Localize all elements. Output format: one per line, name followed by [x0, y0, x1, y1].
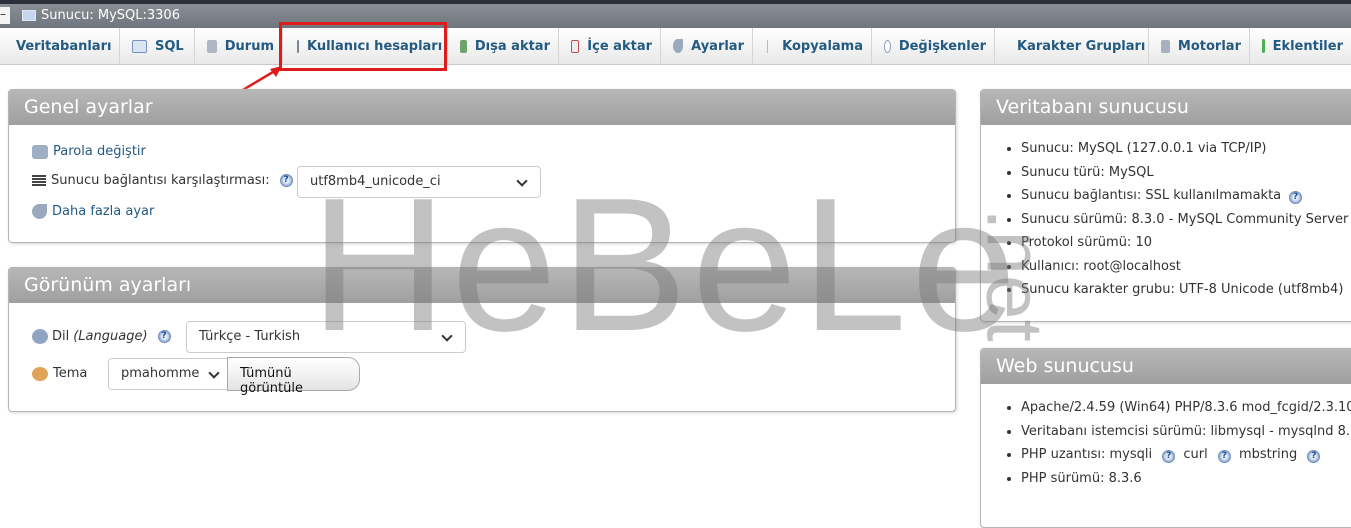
web-server-info-list: Apache/2.4.59 (Win64) PHP/8.3.6 mod_fcgi… [981, 400, 1351, 494]
engines-icon [1161, 39, 1170, 53]
tab-label: Kopyalama [782, 38, 863, 54]
language-label: Dil [52, 329, 70, 344]
tab-status[interactable]: Durum [195, 28, 283, 64]
wrench-icon [32, 204, 47, 219]
list-item: PHP sürümü: 8.3.6 [1021, 471, 1351, 495]
chevron-down-icon [208, 367, 220, 379]
export-icon [460, 39, 467, 53]
tab-label: Ayarlar [691, 38, 744, 54]
tab-label: SQL [155, 38, 184, 54]
tab-label: Durum [224, 38, 274, 54]
language-select-value: Türkçe - Turkish [199, 329, 301, 344]
panel-title: Web sunucusu [981, 349, 1351, 384]
extension-curl: curl [1183, 447, 1208, 462]
password-icon [32, 144, 48, 159]
tab-label: İçe aktar [587, 38, 652, 54]
more-settings-row[interactable]: Daha fazla ayar [32, 204, 154, 219]
panel-title: Görünüm ayarları [9, 268, 955, 303]
sql-icon [132, 39, 147, 53]
theme-label: Tema [53, 366, 88, 381]
tab-engines[interactable]: Motorlar [1149, 28, 1250, 64]
tab-label: Dışa aktar [474, 38, 550, 54]
help-icon[interactable]: ? [1217, 450, 1231, 463]
plugins-icon [1262, 39, 1265, 53]
list-item: Kullanıcı: root@localhost [1021, 259, 1351, 283]
collation-icon [32, 175, 46, 186]
collapse-icon[interactable]: – [0, 7, 10, 24]
main-tab-bar: Veritabanları SQL Durum Kullanıcı hesapl… [0, 28, 1351, 65]
tab-label: Karakter Grupları [1017, 38, 1146, 54]
list-item: Apache/2.4.59 (Win64) PHP/8.3.6 mod_fcgi… [1021, 400, 1351, 424]
tab-charsets[interactable]: Karakter Grupları [995, 28, 1149, 64]
list-item: Sunucu: MySQL (127.0.0.1 via TCP/IP) [1021, 141, 1351, 165]
help-icon[interactable]: ? [157, 330, 171, 343]
change-password-row[interactable]: Parola değiştir [32, 144, 146, 159]
panel-title: Genel ayarlar [9, 90, 955, 125]
variables-icon [884, 39, 891, 53]
list-item: Sunucu bağlantısı: SSL kullanılmamakta? [1021, 188, 1351, 212]
list-item: Sunucu sürümü: 8.3.0 - MySQL Community S… [1021, 212, 1351, 236]
tab-label: Veritabanları [16, 38, 112, 54]
list-item-text: Sunucu bağlantısı: SSL kullanılmamakta [1021, 188, 1282, 203]
change-password-link[interactable]: Parola değiştir [53, 144, 146, 159]
help-icon[interactable]: ? [1307, 450, 1321, 463]
window-title: Sunucu: MySQL:3306 [41, 8, 180, 23]
list-item: Veritabanı istemcisi sürümü: libmysql - … [1021, 424, 1351, 448]
list-item: Sunucu karakter grubu: UTF-8 Unicode (ut… [1021, 282, 1351, 306]
theme-row: Tema [32, 366, 87, 381]
chevron-down-icon [516, 175, 528, 187]
list-item: Protokol sürümü: 10 [1021, 235, 1351, 259]
tab-label: Eklentiler [1272, 38, 1343, 54]
window-titlebar: – Sunucu: MySQL:3306 [0, 0, 1351, 28]
more-settings-link[interactable]: Daha fazla ayar [52, 204, 154, 219]
replication-icon [767, 39, 769, 53]
extension-mbstring: mbstring [1238, 447, 1298, 462]
palette-icon [32, 366, 48, 381]
server-icon [22, 10, 36, 21]
tab-export[interactable]: Dışa aktar [448, 28, 559, 64]
tab-label: Değişkenler [898, 38, 986, 54]
tab-plugins[interactable]: Eklentiler [1250, 28, 1351, 64]
help-icon[interactable]: ? [1289, 191, 1303, 204]
list-item: PHP uzantısı: mysqli ? curl ? mbstring ? [1021, 447, 1351, 471]
view-all-themes-button[interactable]: Tümünü görüntüle [227, 357, 360, 396]
tab-label: Motorlar [1177, 38, 1241, 54]
tab-databases[interactable]: Veritabanları [0, 28, 120, 64]
tab-settings[interactable]: Ayarlar [661, 28, 753, 64]
language-select[interactable]: Türkçe - Turkish [186, 321, 466, 353]
collation-row: Sunucu bağlantısı karşılaştırması: ? [32, 173, 293, 188]
web-server-panel: Web sunucusu Apache/2.4.59 (Win64) PHP/8… [980, 348, 1351, 528]
tab-import[interactable]: İçe aktar [559, 28, 661, 64]
collation-label: Sunucu bağlantısı karşılaştırması: [51, 173, 270, 188]
tab-sql[interactable]: SQL [120, 28, 195, 64]
collation-select-value: utf8mb4_unicode_ci [310, 174, 441, 189]
panel-title: Veritabanı sunucusu [981, 90, 1351, 125]
appearance-settings-panel: Görünüm ayarları Dil (Language) ? Türkçe… [8, 267, 956, 412]
wrench-icon [673, 39, 684, 53]
list-item: Sunucu türü: MySQL [1021, 165, 1351, 189]
theme-select-value: pmahomme [121, 366, 200, 381]
tab-variables[interactable]: Değişkenler [872, 28, 995, 64]
list-item-text: PHP uzantısı: mysqli [1021, 447, 1153, 462]
database-server-info-list: Sunucu: MySQL (127.0.0.1 via TCP/IP) Sun… [981, 141, 1351, 306]
language-icon [32, 329, 48, 344]
annotation-highlight-box [279, 22, 447, 71]
help-icon[interactable]: ? [279, 174, 293, 187]
tab-replication[interactable]: Kopyalama [753, 28, 872, 64]
status-icon [207, 39, 217, 53]
collation-select[interactable]: utf8mb4_unicode_ci [297, 166, 541, 198]
chevron-down-icon [441, 330, 453, 342]
database-server-panel: Veritabanı sunucusu Sunucu: MySQL (127.0… [980, 89, 1351, 322]
language-label-en: (Language) [73, 329, 148, 344]
import-icon [571, 39, 580, 53]
theme-select[interactable]: pmahomme [108, 358, 228, 390]
general-settings-panel: Genel ayarlar Parola değiştir Sunucu bağ… [8, 89, 956, 243]
language-row: Dil (Language) ? [32, 329, 171, 344]
help-icon[interactable]: ? [1162, 450, 1176, 463]
